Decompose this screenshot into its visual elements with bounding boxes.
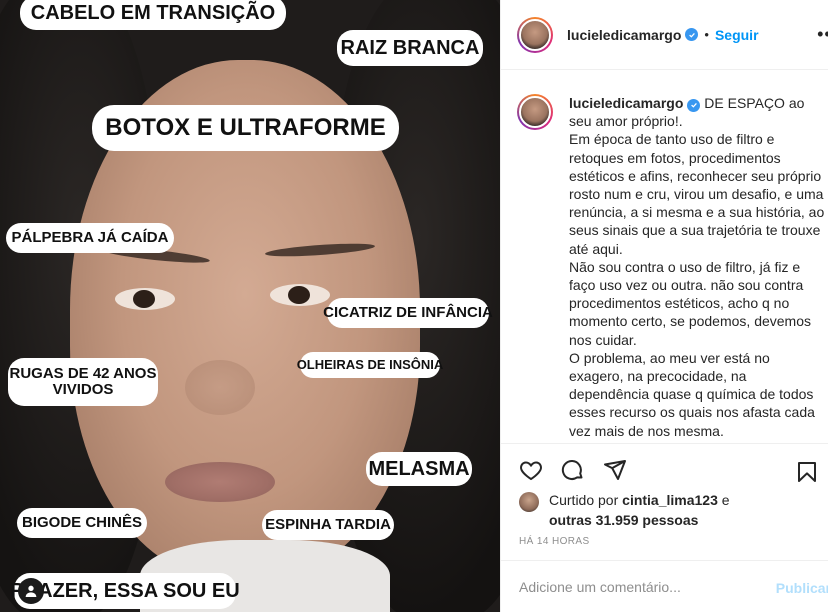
post-photo[interactable]: CABELO EM TRANSIÇÃO RAIZ BRANCA BOTOX E …	[0, 0, 500, 612]
nose	[185, 360, 255, 415]
publish-button[interactable]: Publicar	[776, 580, 828, 596]
post-timestamp[interactable]: HÁ 14 HORAS	[519, 536, 590, 547]
tag-botox: BOTOX E ULTRAFORME	[92, 105, 399, 151]
likes-others[interactable]: outras 31.959 pessoas	[549, 512, 698, 528]
heart-icon[interactable]	[517, 456, 545, 484]
tag-mustache: BIGODE CHINÊS	[17, 508, 147, 538]
verified-badge-icon	[685, 28, 699, 41]
caption-verified-icon	[687, 98, 701, 112]
caption-username[interactable]: lucieledicamargo	[569, 95, 683, 111]
caption-section: lucieledicamargo DE ESPAÇO ao seu amor p…	[501, 72, 828, 442]
tag-pleasure: PRAZER, ESSA SOU EU	[10, 573, 240, 609]
likes-mid: e	[717, 492, 730, 508]
left-eye	[115, 288, 175, 310]
share-icon[interactable]	[601, 456, 629, 484]
comment-input[interactable]	[519, 578, 759, 595]
likes-text: Curtido por cintia_lima123 e outras 31.9…	[549, 490, 730, 530]
right-eye	[270, 284, 330, 306]
tag-melasma: MELASMA	[366, 452, 472, 486]
tag-dark-circles: OLHEIRAS DE INSÔNIA	[297, 352, 443, 378]
tag-scar: CICATRIZ DE INFÂNCIA	[323, 298, 493, 328]
caption-text-block: lucieledicamargo DE ESPAÇO ao seu amor p…	[569, 94, 827, 440]
comment-icon[interactable]	[559, 456, 587, 484]
comment-bar: Publicar	[501, 560, 828, 612]
follow-button[interactable]: Seguir	[715, 27, 759, 43]
more-options-icon[interactable]: •••	[817, 24, 828, 45]
liker-username[interactable]: cintia_lima123	[622, 492, 718, 508]
tag-hair-transition: CABELO EM TRANSIÇÃO	[20, 0, 286, 30]
tag-eyelid: PÁLPEBRA JÁ CAÍDA	[6, 223, 174, 253]
likes-row: Curtido por cintia_lima123 e outras 31.9…	[519, 490, 819, 530]
tagged-user-icon[interactable]	[18, 578, 44, 604]
liker-avatar[interactable]	[519, 492, 539, 512]
likes-prefix: Curtido por	[549, 492, 623, 508]
header-separator: •	[704, 27, 709, 42]
tag-white-root: RAIZ BRANCA	[337, 30, 483, 66]
author-username[interactable]: lucieledicamargo	[567, 27, 681, 43]
tag-late-pimple: ESPINHA TARDIA	[262, 510, 394, 540]
caption-avatar[interactable]	[517, 94, 553, 130]
author-avatar[interactable]	[517, 16, 553, 53]
caption-body: DE ESPAÇO ao seu amor próprio!. Em época…	[569, 95, 825, 439]
lips	[165, 462, 275, 502]
post-header: lucieledicamargo • Seguir •••	[501, 0, 828, 70]
bookmark-icon[interactable]	[793, 458, 821, 486]
tag-wrinkles: RUGAS DE 42 ANOS VIVIDOS	[8, 358, 158, 406]
post-panel: lucieledicamargo • Seguir ••• lucieledic…	[500, 0, 828, 612]
right-eyebrow	[264, 241, 376, 259]
action-bar	[501, 443, 828, 495]
